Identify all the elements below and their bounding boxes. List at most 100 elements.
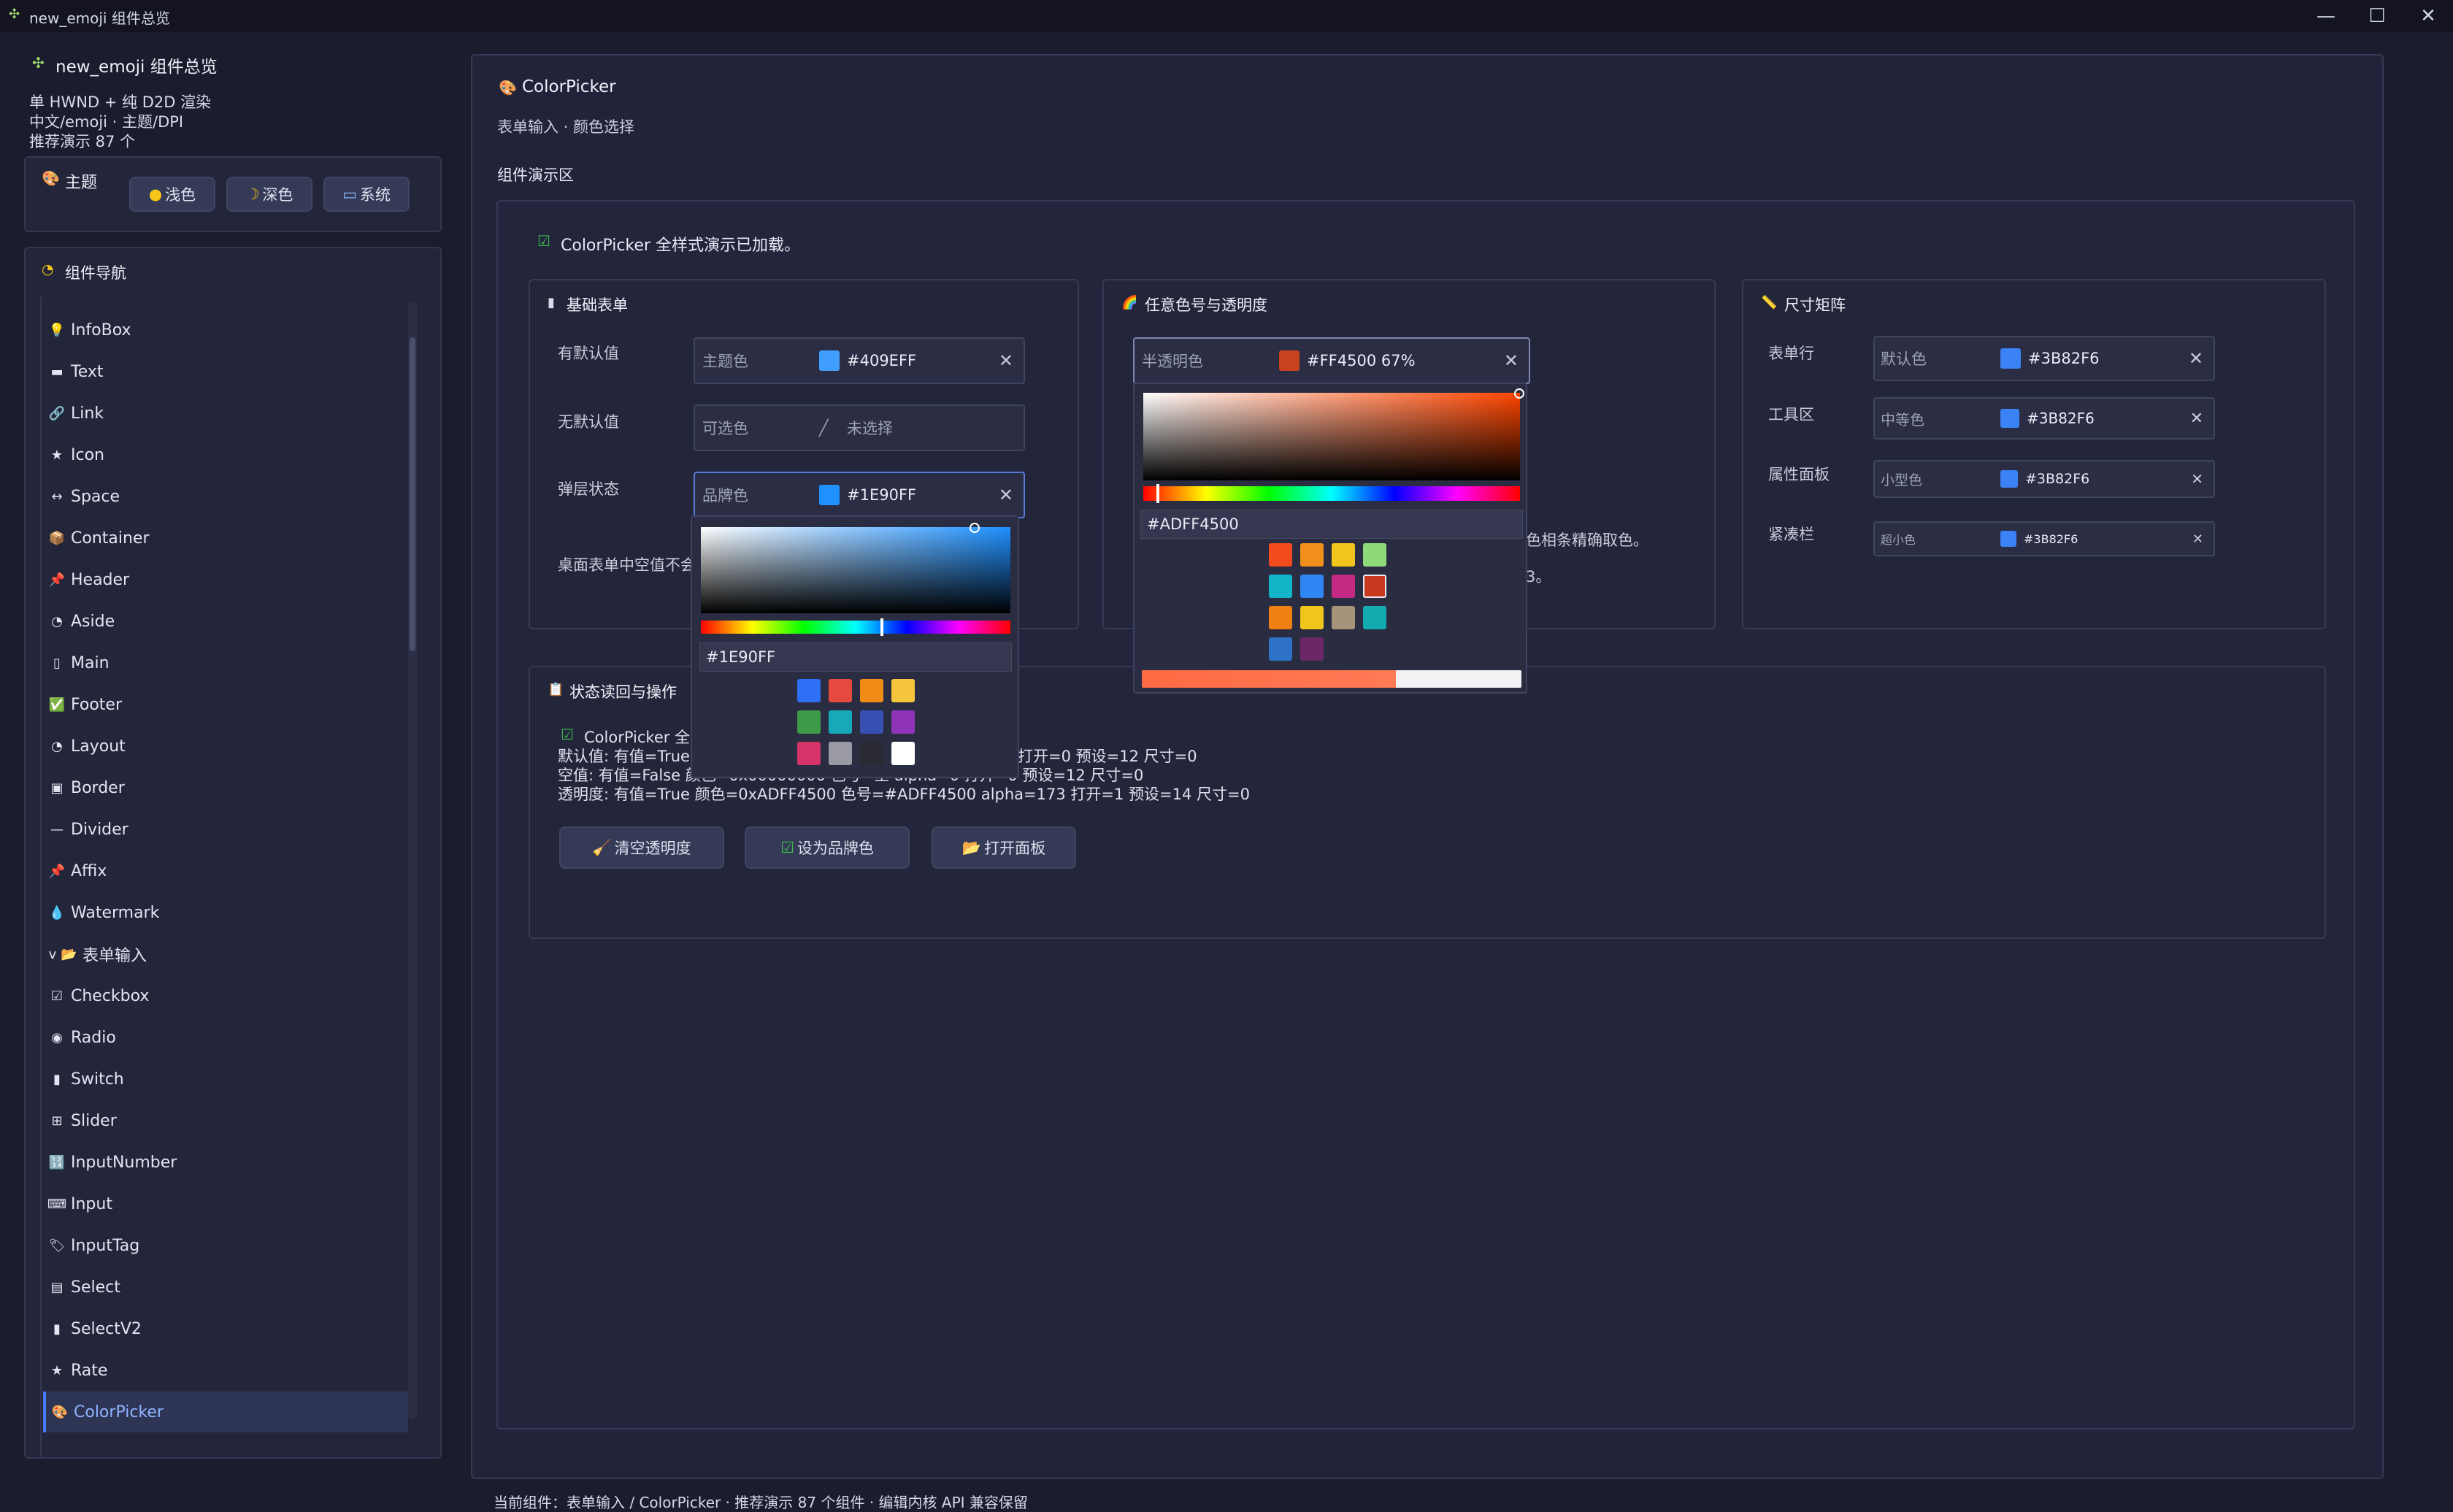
sidebar-item-colorpicker[interactable]: 🎨 ColorPicker [43, 1392, 408, 1432]
saturation-panel[interactable] [701, 523, 1010, 613]
preset-swatch[interactable] [1300, 606, 1324, 629]
hue-slider[interactable] [701, 618, 1010, 636]
sidebar-item-aside[interactable]: ◔ Aside [47, 601, 405, 642]
sidebar-item-watermark[interactable]: 💧 Watermark [47, 892, 405, 933]
hex-input[interactable]: #ADFF4500 [1140, 510, 1523, 539]
sidebar-item-header[interactable]: 📌 Header [47, 559, 405, 600]
clear-icon[interactable]: ✕ [2190, 410, 2203, 428]
hue-thumb[interactable] [880, 618, 883, 636]
preset-swatch[interactable] [891, 742, 915, 765]
sidebar-item-text[interactable]: ▬ Text [47, 351, 405, 392]
preset-swatch[interactable] [1363, 575, 1386, 598]
sidebar-item-border[interactable]: ▣ Border [47, 767, 405, 808]
nav-item-icon: ▮ [53, 1321, 61, 1337]
nav-scrollbar-track[interactable] [408, 302, 417, 1419]
hex-input[interactable]: #1E90FF [699, 642, 1012, 672]
preset-swatch[interactable] [891, 710, 915, 734]
hue-slider[interactable] [1143, 484, 1520, 503]
sidebar-item-select[interactable]: ▤ Select [47, 1267, 405, 1308]
preset-swatch[interactable] [1269, 637, 1292, 661]
nav-item-icon: ◔ [51, 738, 63, 754]
sidebar-item-rate[interactable]: ★ Rate [47, 1350, 405, 1391]
sidebar-item-footer[interactable]: ✅ Footer [47, 684, 405, 725]
clear-icon[interactable]: ✕ [999, 350, 1013, 371]
preset-swatch[interactable] [829, 742, 852, 765]
sidebar-item-switch[interactable]: ▮ Switch [47, 1059, 405, 1100]
saturation-cursor[interactable] [970, 523, 980, 533]
alpha-slider[interactable] [1142, 670, 1521, 688]
sidebar-item-infobox[interactable]: 💡 InfoBox [47, 310, 405, 350]
preset-swatch[interactable] [1300, 637, 1324, 661]
nav-scrollbar-thumb[interactable] [410, 337, 415, 651]
sidebar-item-checkbox[interactable]: ☑ Checkbox [47, 975, 405, 1016]
theme-system-button[interactable]: ▭ 系统 [323, 177, 410, 212]
preset-swatch[interactable] [1332, 575, 1355, 598]
hue-thumb[interactable] [1156, 484, 1159, 503]
clear-icon[interactable]: ✕ [999, 485, 1013, 505]
sidebar-item-input[interactable]: ⌨ Input [47, 1183, 405, 1224]
sidebar-item-link[interactable]: 🔗 Link [47, 393, 405, 434]
title-bar: ✣ new_emoji 组件总览 — ☐ ✕ [0, 0, 2453, 32]
size-mini-picker[interactable]: 超小色 #3B82F6 ✕ [1873, 521, 2215, 556]
preset-swatch[interactable] [1269, 575, 1292, 598]
preset-swatch[interactable] [1269, 606, 1292, 629]
preset-swatch[interactable] [1300, 543, 1324, 567]
clear-alpha-button[interactable]: 🧹 清空透明度 [559, 826, 724, 869]
saturation-panel[interactable] [1143, 388, 1524, 480]
clear-icon[interactable]: ✕ [2189, 348, 2203, 369]
sidebar-item-container[interactable]: 📦 Container [47, 518, 405, 559]
sidebar-item-slider[interactable]: ⊞ Slider [47, 1100, 405, 1141]
preset-swatch[interactable] [1363, 543, 1386, 567]
preset-swatch[interactable] [797, 710, 821, 734]
sidebar-item-divider[interactable]: — Divider [47, 809, 405, 850]
basic-form-title: 基础表单 [567, 296, 628, 314]
sidebar-item-space[interactable]: ↔ Space [47, 476, 405, 517]
preset-swatch[interactable] [1332, 543, 1355, 567]
clear-icon[interactable]: ✕ [1504, 350, 1519, 371]
nav-item-label: Watermark [71, 903, 160, 922]
app-icon: ✣ [9, 7, 20, 22]
sidebar-item-inputtag[interactable]: 🏷 InputTag [47, 1225, 405, 1266]
size-default-picker[interactable]: 默认色 #3B82F6 ✕ [1873, 336, 2215, 381]
preset-swatch[interactable] [1269, 543, 1292, 567]
brand-color-picker[interactable]: 品牌色 #1E90FF ✕ [694, 472, 1025, 518]
clear-icon[interactable]: ✕ [2192, 531, 2203, 547]
saturation-cursor[interactable] [1514, 388, 1524, 399]
sidebar-item-selectv2[interactable]: ▮ SelectV2 [47, 1308, 405, 1349]
size-row-label: 工具区 [1768, 406, 1814, 423]
default-color-picker[interactable]: 主题色 #409EFF ✕ [694, 337, 1025, 384]
preset-swatch[interactable] [797, 679, 821, 702]
preset-swatch[interactable] [891, 679, 915, 702]
sidebar-item-radio[interactable]: ◉ Radio [47, 1017, 405, 1058]
ruler-icon: 📏 [1761, 295, 1778, 310]
alpha-fill [1142, 670, 1397, 688]
sidebar-item-icon[interactable]: ★ Icon [47, 434, 405, 475]
set-brand-button[interactable]: ☑ 设为品牌色 [745, 826, 910, 869]
preset-swatch[interactable] [829, 679, 852, 702]
sidebar-item-inputnumber[interactable]: 🔢 InputNumber [47, 1142, 405, 1183]
preset-swatch[interactable] [1363, 606, 1386, 629]
sidebar-item-main[interactable]: ▯ Main [47, 642, 405, 683]
alpha-color-picker[interactable]: 半透明色 #FF4500 67% ✕ [1133, 337, 1530, 384]
sidebar-item-affix[interactable]: 📌 Affix [47, 851, 405, 891]
maximize-button[interactable]: ☐ [2352, 0, 2402, 32]
clear-icon[interactable]: ✕ [2191, 470, 2203, 488]
theme-light-button[interactable]: ● 浅色 [129, 177, 215, 212]
empty-color-picker[interactable]: 可选色 ╱ 未选择 [694, 404, 1025, 451]
preset-swatch[interactable] [860, 742, 883, 765]
sidebar-item-layout[interactable]: ◔ Layout [47, 726, 405, 767]
preset-swatch[interactable] [860, 679, 883, 702]
preset-swatch[interactable] [1332, 606, 1355, 629]
preset-swatch[interactable] [860, 710, 883, 734]
preset-swatch[interactable] [797, 742, 821, 765]
sidebar-item-表单输入[interactable]: v 📂 表单输入 [47, 934, 405, 975]
open-panel-button[interactable]: 📂 打开面板 [932, 826, 1076, 869]
preset-swatches [1269, 543, 1415, 667]
minimize-button[interactable]: — [2301, 0, 2351, 32]
preset-swatch[interactable] [1300, 575, 1324, 598]
preset-swatch[interactable] [829, 710, 852, 734]
size-small-picker[interactable]: 小型色 #3B82F6 ✕ [1873, 460, 2215, 498]
size-medium-picker[interactable]: 中等色 #3B82F6 ✕ [1873, 397, 2215, 440]
theme-dark-button[interactable]: ☽ 深色 [226, 177, 312, 212]
close-button[interactable]: ✕ [2403, 0, 2453, 32]
